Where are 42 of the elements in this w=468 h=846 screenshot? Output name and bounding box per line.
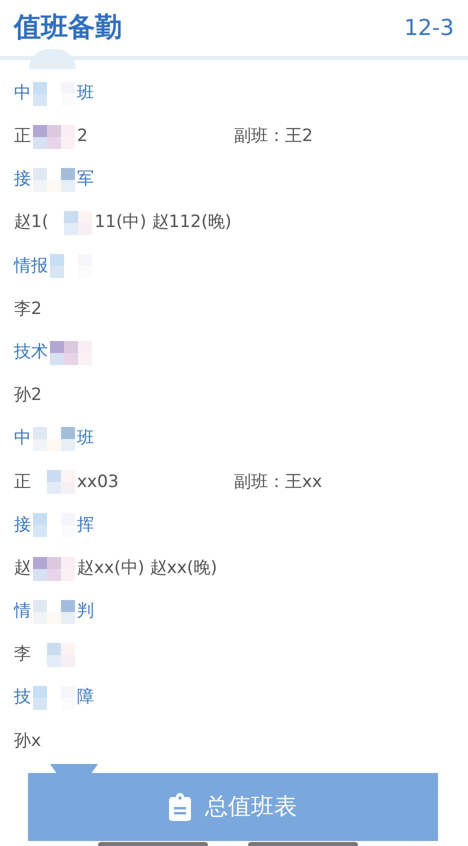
mosaic-block	[33, 556, 75, 581]
duty-name: 11(中) 赵112(晚)	[94, 211, 232, 234]
section-title: 班	[77, 82, 94, 105]
date-label: 12-3	[404, 14, 454, 42]
mosaic-block	[33, 124, 75, 149]
section-title: 接	[14, 168, 31, 192]
section-title: 障	[77, 686, 94, 710]
duty-name: 孙2	[14, 384, 42, 408]
section-title: 中	[14, 427, 31, 450]
duty-name: 孙x	[14, 730, 42, 753]
clipboard-icon	[169, 793, 191, 821]
duty-name: 赵	[14, 556, 31, 580]
duty-name: 赵1(	[14, 211, 48, 234]
page-title: 值班备勤	[14, 10, 122, 45]
mosaic-block	[33, 82, 75, 106]
mosaic-block	[33, 600, 75, 624]
section-title: 班	[77, 427, 94, 450]
section-title: 军	[77, 168, 94, 192]
mosaic-block	[33, 168, 75, 192]
deputy-name: 副班：王xx	[234, 470, 322, 494]
section-title: 中	[14, 82, 31, 105]
mosaic-block	[33, 513, 75, 538]
mosaic-block	[33, 427, 75, 452]
duty-name: 李2	[14, 298, 42, 321]
duty-name: xx03	[77, 470, 119, 494]
section-title: 挥	[77, 514, 94, 537]
duty-name: 2	[77, 125, 88, 148]
mosaic-block	[50, 340, 92, 365]
duty-roster-button[interactable]: 总值班表	[28, 773, 438, 841]
section-title: 接	[14, 514, 31, 537]
section-title: 情报	[14, 254, 48, 278]
mosaic-block	[50, 254, 92, 278]
duty-name: 赵xx(中) 赵xx(晚)	[77, 556, 218, 580]
duty-name: 正	[14, 470, 31, 494]
section-title: 判	[77, 600, 94, 624]
section-title: 技术	[14, 340, 48, 364]
mosaic-block	[33, 686, 75, 710]
section-title: 技	[14, 686, 31, 710]
duty-name: 李	[14, 643, 31, 666]
section-title: 情	[14, 600, 31, 624]
duty-name: 正	[14, 125, 31, 148]
deputy-name: 副班：王2	[234, 125, 313, 148]
